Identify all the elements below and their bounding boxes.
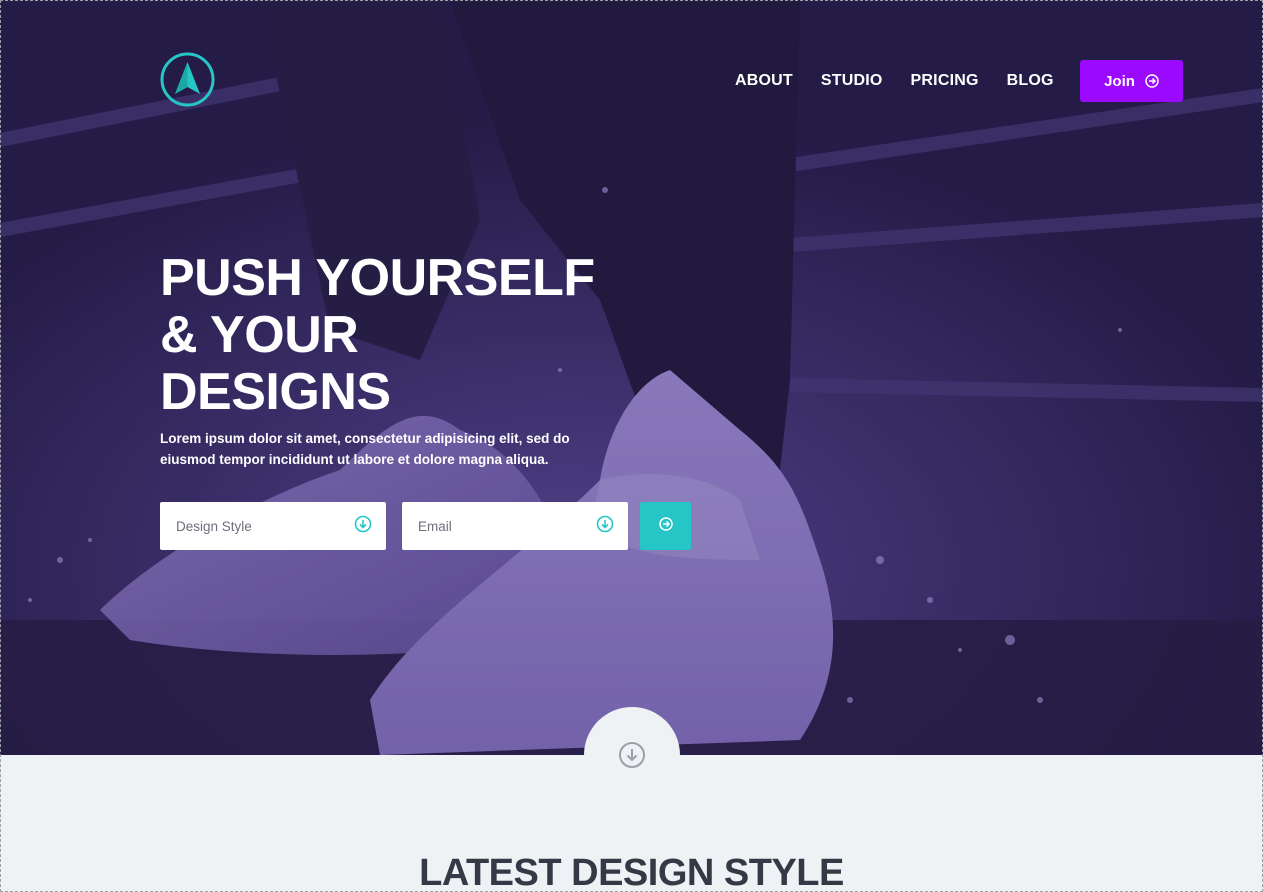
scroll-down-button[interactable] [584,707,680,803]
arrow-circle-down-icon [618,741,646,774]
arrow-circle-right-icon [1145,74,1159,88]
nav-link-about[interactable]: ABOUT [735,72,793,90]
arrow-circle-down-icon[interactable] [596,515,614,538]
logo-icon[interactable] [160,52,215,107]
join-button[interactable]: Join [1080,60,1183,102]
nav-link-pricing[interactable]: PRICING [911,72,979,90]
arrow-circle-down-icon[interactable] [354,515,372,538]
join-button-label: Join [1104,72,1135,90]
headline-line: & YOUR [160,306,359,364]
headline-line: DESIGNS [160,363,391,421]
submit-button[interactable] [640,502,691,550]
hero-headline: PUSH YOURSELF & YOUR DESIGNS [160,250,620,421]
design-style-placeholder: Design Style [176,518,252,534]
nav-link-studio[interactable]: STUDIO [821,72,883,90]
email-field[interactable]: Email [402,502,628,550]
hero-section: ABOUT STUDIO PRICING BLOG Join PUSH YOUR… [0,0,1263,755]
hero-subtext: Lorem ipsum dolor sit amet, consectetur … [160,431,570,467]
design-style-select[interactable]: Design Style [160,502,386,550]
arrow-circle-right-icon [658,516,673,536]
section-title: LATEST DESIGN STYLE [419,852,844,892]
main-nav: ABOUT STUDIO PRICING BLOG [735,60,1082,102]
headline-line: PUSH YOURSELF [160,249,595,307]
email-placeholder: Email [418,518,452,534]
nav-link-blog[interactable]: BLOG [1007,72,1054,90]
